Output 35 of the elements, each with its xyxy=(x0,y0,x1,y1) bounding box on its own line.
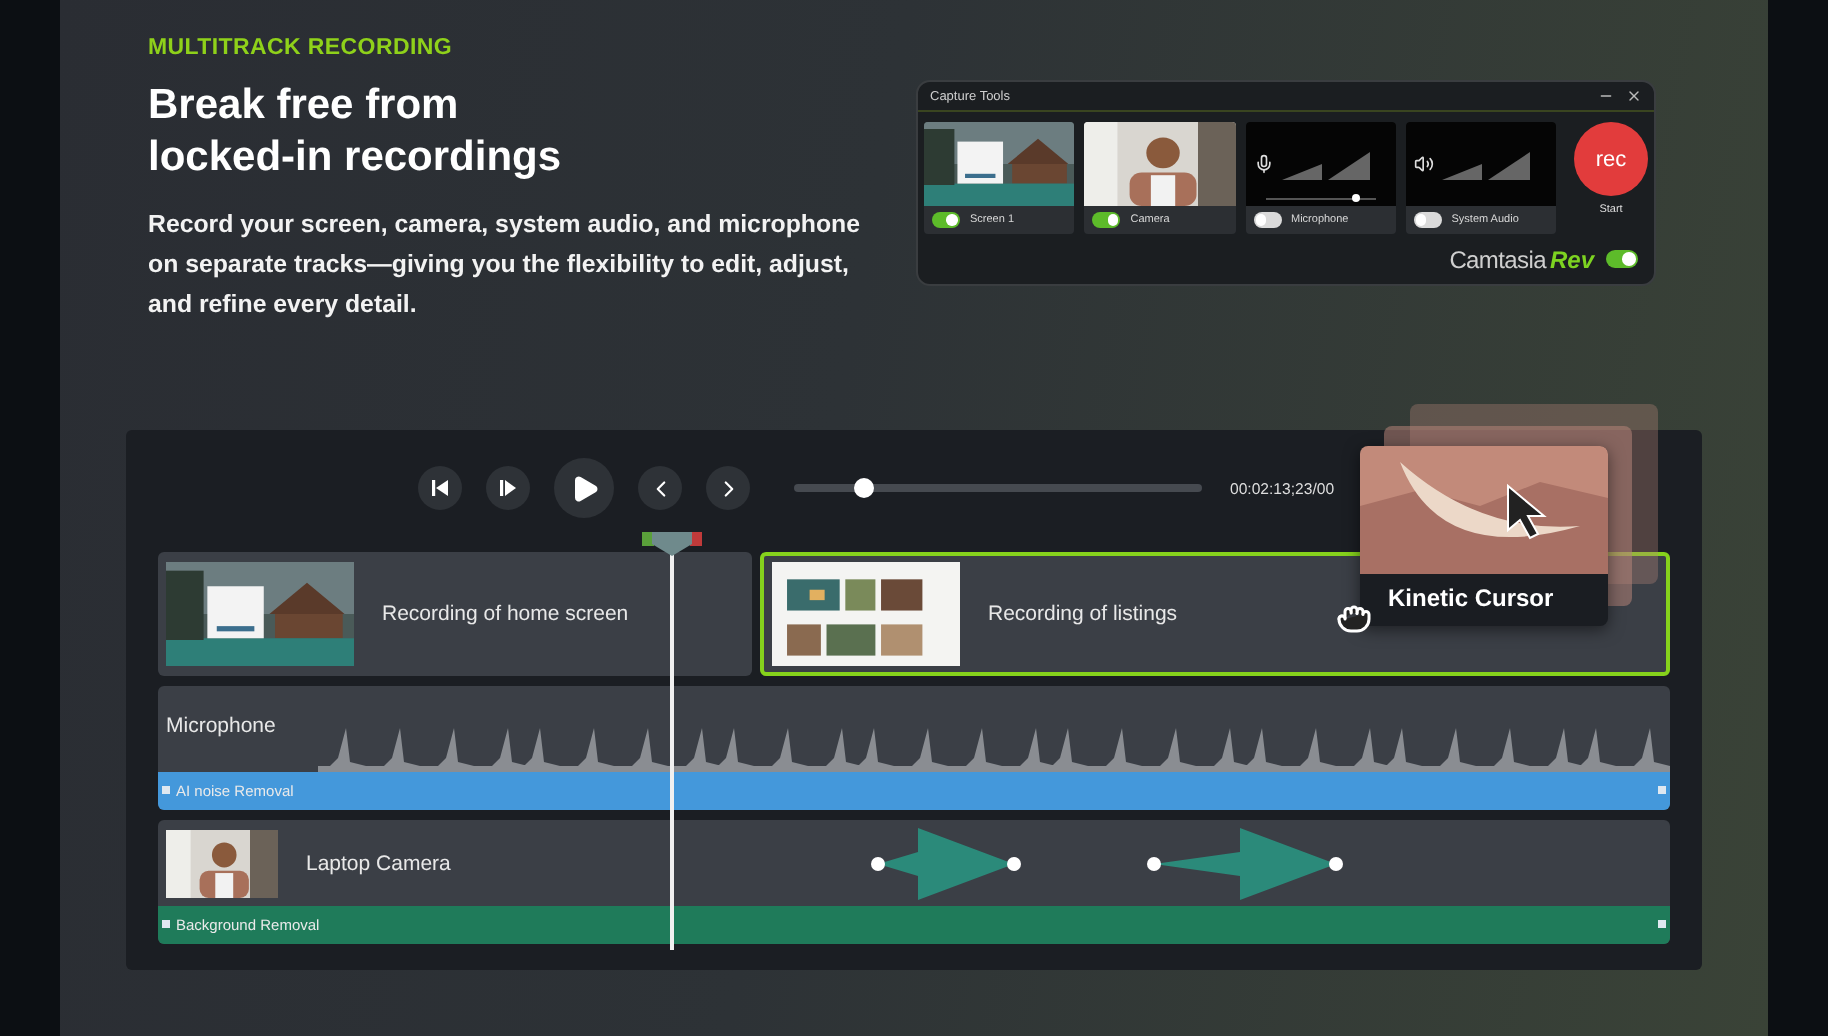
section-eyebrow: MULTITRACK RECORDING xyxy=(148,36,454,60)
card-label: Kinetic Cursor xyxy=(1386,582,1556,612)
volume-bars-icon xyxy=(1281,148,1373,180)
play-icon xyxy=(569,473,599,503)
headline-line: Break free from xyxy=(148,80,461,132)
description: Record your screen, camera, system audio, and microphone on separate tracks—giving you the flexibility to edit, adjust, and refine every detail. xyxy=(148,208,863,322)
step-forward-button[interactable] xyxy=(486,466,530,510)
scrubber[interactable] xyxy=(794,484,1202,492)
timeline-clip[interactable]: Recording of home screen xyxy=(158,552,752,676)
volume-bars-icon xyxy=(1441,148,1534,180)
microphone-icon xyxy=(1253,154,1273,174)
previous-button[interactable] xyxy=(638,466,682,510)
toggle-switch[interactable] xyxy=(1253,212,1281,228)
clip-label: Recording of home screen xyxy=(382,602,629,626)
step-back-button[interactable] xyxy=(418,466,462,510)
slider-thumb[interactable] xyxy=(1352,194,1361,202)
speaker-icon xyxy=(1413,154,1434,174)
playhead[interactable] xyxy=(642,532,702,950)
toggle-switch[interactable] xyxy=(1092,212,1121,228)
step-forward-icon xyxy=(498,478,518,498)
next-button[interactable] xyxy=(706,466,750,510)
play-button[interactable] xyxy=(554,458,614,518)
headline-line: locked-in recordings xyxy=(148,132,564,184)
step-back-icon xyxy=(430,478,450,498)
toggle-switch[interactable] xyxy=(932,212,960,228)
toggle-switch[interactable] xyxy=(1413,212,1442,228)
toggle-switch[interactable] xyxy=(1606,250,1638,268)
logo-text: Camtasia xyxy=(1449,245,1546,273)
close-icon[interactable] xyxy=(1626,88,1642,104)
scrubber-thumb[interactable] xyxy=(853,478,874,498)
clip-label: Recording of listings xyxy=(988,602,1178,626)
track-label: Laptop Camera xyxy=(306,851,451,875)
logo-suffix: Rev xyxy=(1549,245,1594,273)
track-label: Microphone xyxy=(166,714,276,738)
rec-button[interactable]: rec xyxy=(1574,122,1648,196)
